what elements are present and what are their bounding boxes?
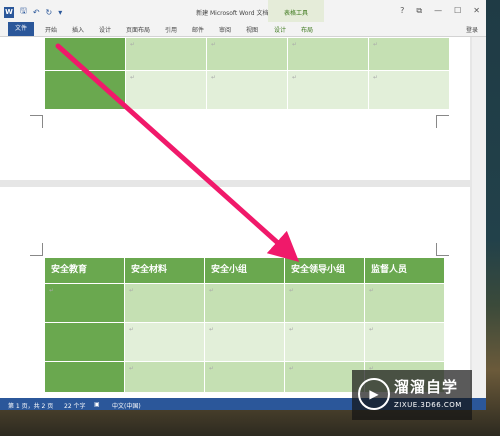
cell-end-mark: ↵ xyxy=(130,41,136,48)
table-cell[interactable]: ↵ xyxy=(368,70,450,110)
cell-end-mark: ↵ xyxy=(209,326,215,333)
help-button[interactable]: ? xyxy=(400,6,404,16)
close-button[interactable]: ✕ xyxy=(473,6,480,16)
cell-end-mark: ↵ xyxy=(130,74,136,81)
table-row: ↵ ↵ ↵ ↵ ↵ xyxy=(44,283,445,323)
page-1: ↵ ↵ ↵ ↵ ↵ ↵ ↵ ↵ xyxy=(0,37,470,180)
table-cell[interactable] xyxy=(44,70,126,110)
cell-end-mark: ↵ xyxy=(292,74,298,81)
page-2: 安全教育 安全材料 安全小组 安全领导小组 监督人员 ↵ ↵ ↵ ↵ ↵ ↵ ↵ xyxy=(0,187,470,398)
table-cell[interactable]: ↵ xyxy=(125,37,207,71)
minimize-button[interactable]: — xyxy=(434,6,442,16)
table-header-row: 安全教育 安全材料 安全小组 安全领导小组 监督人员 xyxy=(44,257,445,284)
cell-end-mark: ↵ xyxy=(292,41,298,48)
window-controls: ? ⧉ — ☐ ✕ xyxy=(400,6,480,16)
title-bar: W 🖫 ↶ ↻ ▾ 新建 Microsoft Word 文档 - Word 表格… xyxy=(0,0,486,24)
table-cell[interactable]: ↵ xyxy=(206,37,288,71)
header-cell[interactable]: 安全领导小组 xyxy=(284,257,365,284)
table-cell[interactable]: ↵ xyxy=(124,361,205,393)
table-cell[interactable] xyxy=(44,37,126,71)
table-cell[interactable] xyxy=(44,361,125,393)
word-window: W 🖫 ↶ ↻ ▾ 新建 Microsoft Word 文档 - Word 表格… xyxy=(0,0,486,410)
cell-end-mark: ↵ xyxy=(129,326,135,333)
crop-mark xyxy=(30,115,43,128)
table-cell[interactable] xyxy=(44,322,125,362)
table-cell[interactable]: ↵ xyxy=(204,361,285,393)
crop-mark xyxy=(30,243,43,256)
cell-end-mark: ↵ xyxy=(211,41,217,48)
table-row: ↵ ↵ ↵ ↵ xyxy=(44,37,450,71)
language-indicator[interactable]: 中文(中国) xyxy=(112,401,141,410)
table-cell[interactable]: ↵ xyxy=(44,283,125,323)
play-logo-icon: ▶ xyxy=(358,378,390,410)
document-area: ↵ ↵ ↵ ↵ ↵ ↵ ↵ ↵ 安全教育 安全材料 安全小组 安全领导小组 监督… xyxy=(0,37,486,398)
tab-home[interactable]: 开始 xyxy=(45,25,57,34)
proofing-icon[interactable]: ▣ xyxy=(94,401,100,408)
table-cell[interactable]: ↵ xyxy=(364,283,445,323)
table-cell[interactable]: ↵ xyxy=(364,322,445,362)
vertical-scrollbar[interactable] xyxy=(472,37,486,398)
table-cell[interactable]: ↵ xyxy=(124,322,205,362)
table-row: ↵ ↵ ↵ ↵ xyxy=(44,322,445,362)
table-cell[interactable]: ↵ xyxy=(284,283,365,323)
cell-end-mark: ↵ xyxy=(209,287,215,294)
cell-end-mark: ↵ xyxy=(211,74,217,81)
header-cell[interactable]: 安全材料 xyxy=(124,257,205,284)
table-cell[interactable]: ↵ xyxy=(368,37,450,71)
page-count[interactable]: 第 1 页，共 2 页 xyxy=(8,401,53,410)
table-cell[interactable]: ↵ xyxy=(287,70,369,110)
tab-insert[interactable]: 插入 xyxy=(72,25,84,34)
table-cell[interactable]: ↵ xyxy=(284,322,365,362)
maximize-button[interactable]: ☐ xyxy=(454,6,461,16)
cell-end-mark: ↵ xyxy=(373,41,379,48)
header-cell[interactable]: 监督人员 xyxy=(364,257,445,284)
header-cell[interactable]: 安全教育 xyxy=(44,257,125,284)
table-cell[interactable]: ↵ xyxy=(125,70,207,110)
tab-file[interactable]: 文件 xyxy=(8,22,34,36)
watermark: ▶ 溜溜自学 ZIXUE.3D66.COM xyxy=(352,370,472,420)
cell-end-mark: ↵ xyxy=(129,287,135,294)
cell-end-mark: ↵ xyxy=(129,365,135,372)
cell-end-mark: ↵ xyxy=(369,287,375,294)
tab-references[interactable]: 引用 xyxy=(165,25,177,34)
crop-mark xyxy=(436,115,449,128)
cell-end-mark: ↵ xyxy=(289,287,295,294)
table-row: ↵ ↵ ↵ ↵ xyxy=(44,70,450,110)
table-cell[interactable]: ↵ xyxy=(206,70,288,110)
watermark-url: ZIXUE.3D66.COM xyxy=(394,401,462,409)
table-tools-group: 表格工具 xyxy=(268,0,324,24)
table-cell[interactable]: ↵ xyxy=(204,322,285,362)
word-count[interactable]: 22 个字 xyxy=(64,401,86,410)
cell-end-mark: ↵ xyxy=(209,365,215,372)
table-cell[interactable]: ↵ xyxy=(124,283,205,323)
tab-table-layout[interactable]: 布局 xyxy=(301,25,313,34)
table-cell[interactable]: ↵ xyxy=(204,283,285,323)
ribbon-display-button[interactable]: ⧉ xyxy=(416,6,422,16)
table-page-1: ↵ ↵ ↵ ↵ ↵ ↵ ↵ ↵ xyxy=(44,37,450,110)
cell-end-mark: ↵ xyxy=(373,74,379,81)
watermark-name: 溜溜自学 xyxy=(394,378,459,396)
tab-review[interactable]: 审阅 xyxy=(219,25,231,34)
ribbon-tabs: 文件 开始 插入 设计 页面布局 引用 邮件 审阅 视图 设计 布局 登录 xyxy=(0,22,486,37)
signin-link[interactable]: 登录 xyxy=(466,25,478,34)
crop-mark xyxy=(436,243,449,256)
cell-end-mark: ↵ xyxy=(49,287,55,294)
tab-mailings[interactable]: 邮件 xyxy=(192,25,204,34)
header-cell[interactable]: 安全小组 xyxy=(204,257,285,284)
table-tools-label: 表格工具 xyxy=(283,10,308,17)
tab-page-layout[interactable]: 页面布局 xyxy=(126,25,150,34)
cell-end-mark: ↵ xyxy=(369,326,375,333)
tab-design[interactable]: 设计 xyxy=(99,25,111,34)
tab-view[interactable]: 视图 xyxy=(246,25,258,34)
cell-end-mark: ↵ xyxy=(289,326,295,333)
tab-table-design[interactable]: 设计 xyxy=(274,25,286,34)
table-cell[interactable]: ↵ xyxy=(287,37,369,71)
